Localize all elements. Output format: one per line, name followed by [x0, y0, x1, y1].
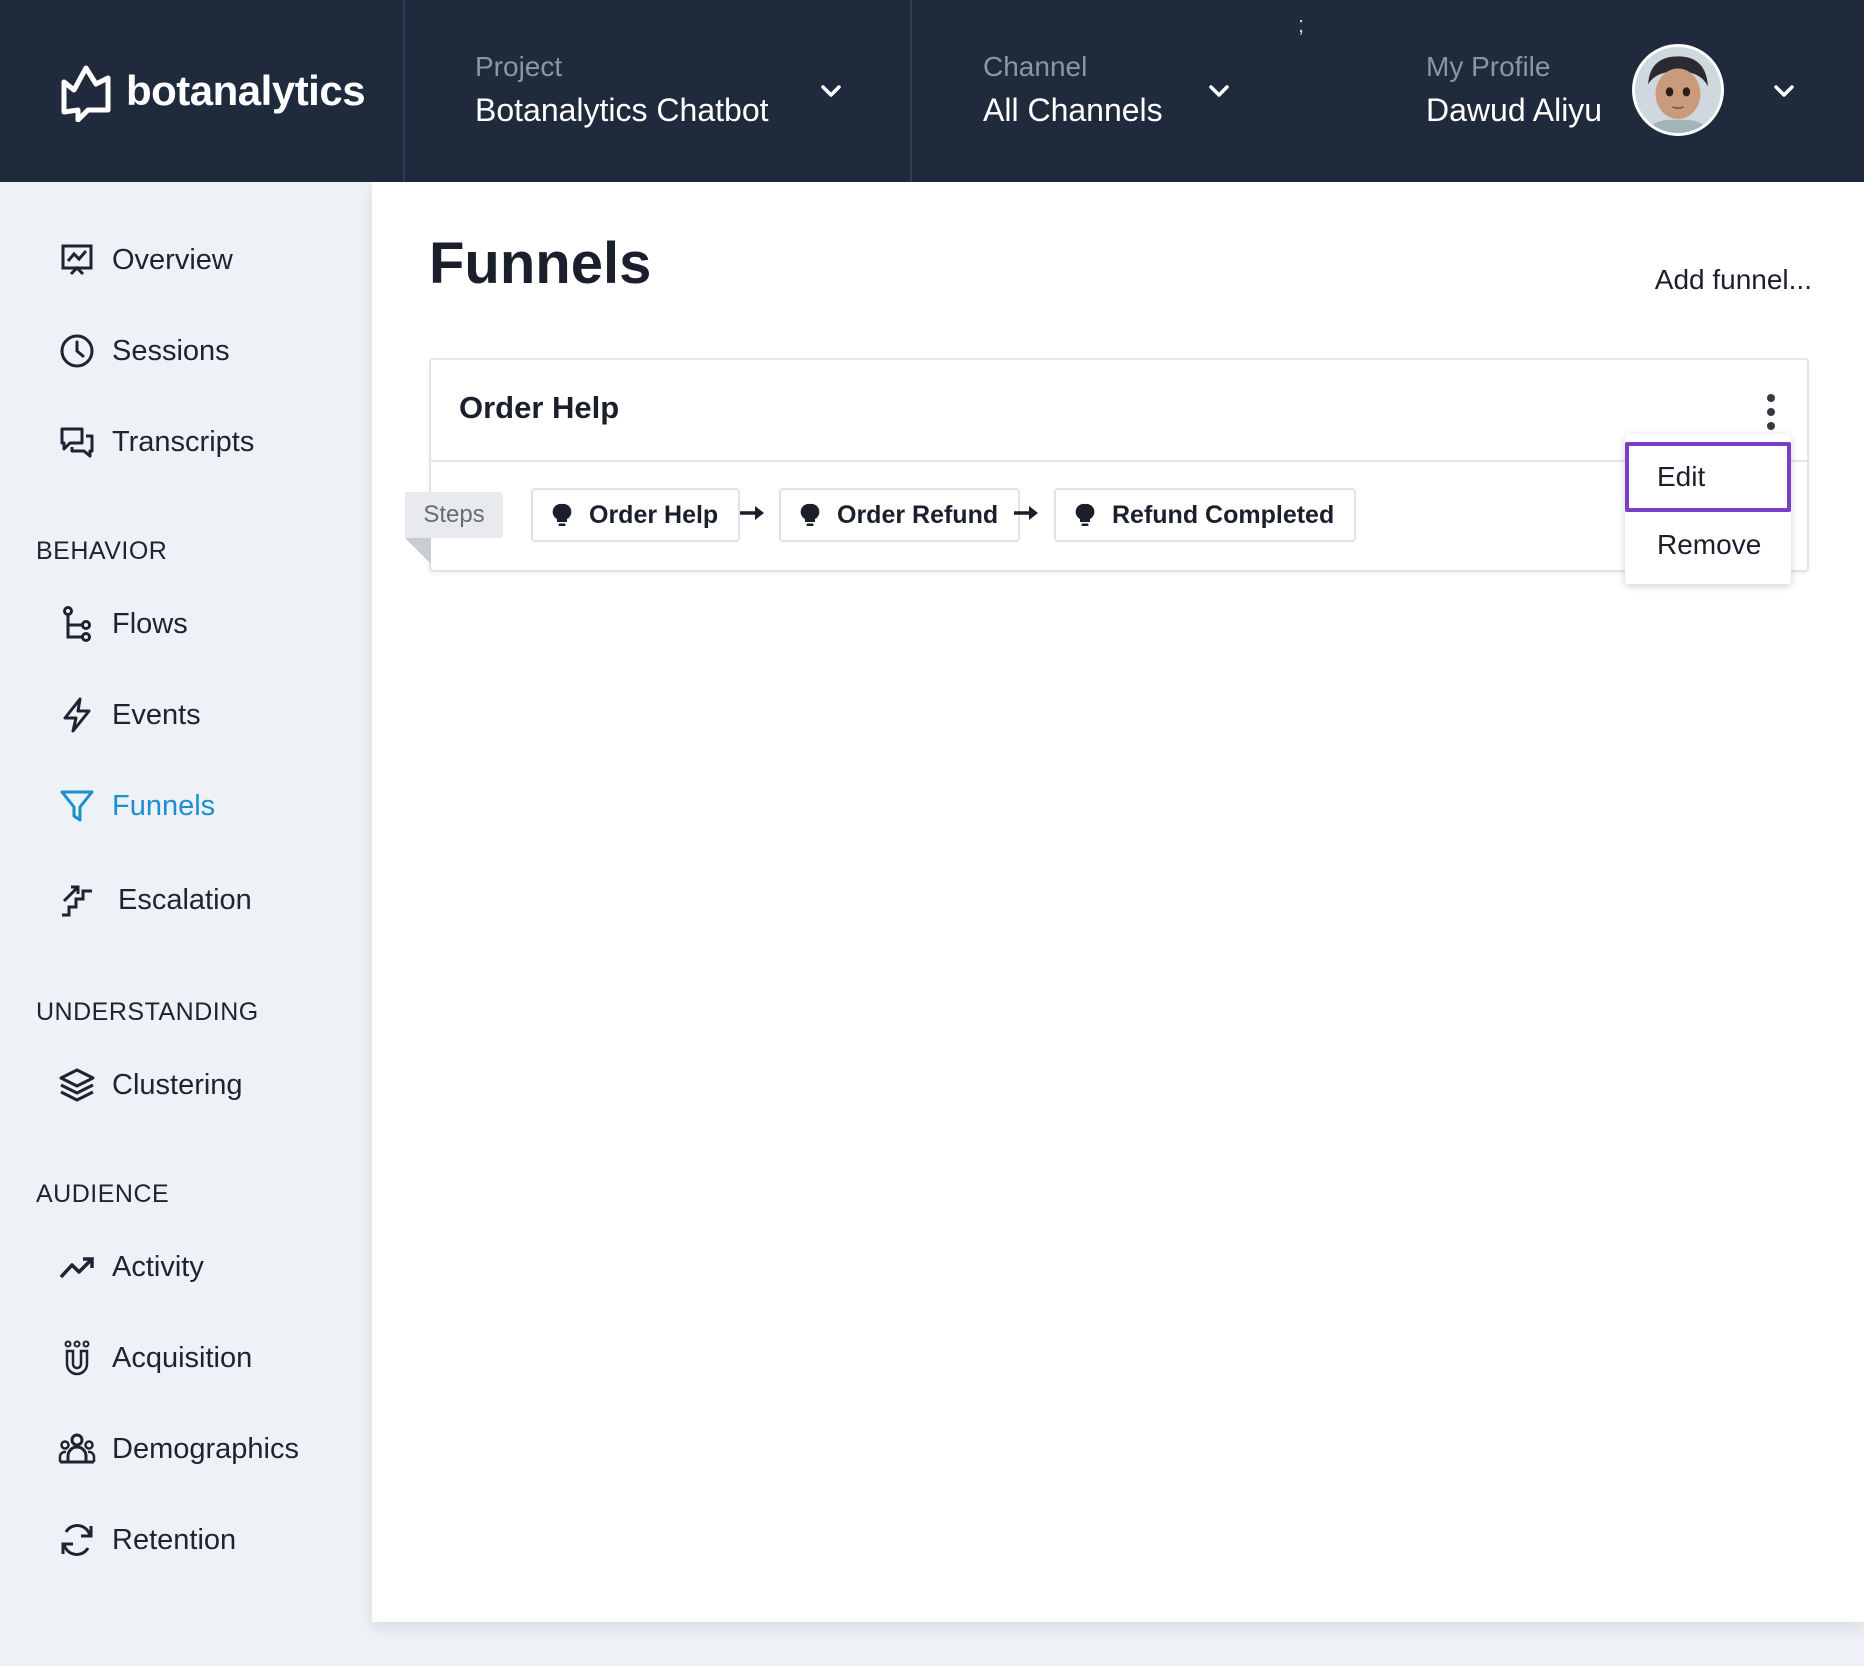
steps-label: Steps: [405, 492, 503, 538]
funnel-options-menu: Edit Remove: [1625, 434, 1791, 584]
users-group-icon: [56, 1428, 98, 1470]
chevron-down-icon[interactable]: [1769, 76, 1799, 106]
sidebar-item-label: Clustering: [112, 1068, 243, 1101]
funnel-step[interactable]: Order Refund: [779, 488, 1021, 542]
trend-up-icon: [56, 1246, 98, 1288]
profile-label: My Profile: [1426, 51, 1551, 82]
header-divider: [403, 0, 405, 182]
sidebar-item-label: Demographics: [112, 1432, 299, 1465]
sidebar-item-label: Funnels: [112, 789, 216, 822]
sidebar-item-label: Overview: [112, 243, 233, 276]
sidebar-item-label: Sessions: [112, 334, 230, 367]
sidebar-item-escalation[interactable]: Escalation: [56, 872, 252, 928]
sidebar-item-sessions[interactable]: Sessions: [56, 323, 230, 379]
section-heading-understanding: UNDERSTANDING: [36, 998, 259, 1026]
funnel-step[interactable]: Refund Completed: [1054, 488, 1357, 542]
project-value: Botanalytics Chatbot: [475, 92, 769, 128]
sidebar-item-activity[interactable]: Activity: [56, 1239, 204, 1295]
funnel-card: Order Help Steps Order Help Order Refund…: [405, 358, 1809, 572]
sidebar-item-label: Acquisition: [112, 1341, 253, 1374]
clock-icon: [56, 330, 98, 372]
sidebar-item-flows[interactable]: Flows: [56, 596, 188, 652]
sidebar-item-demographics[interactable]: Demographics: [56, 1421, 299, 1477]
bulb-icon: [552, 503, 572, 526]
funnel-step[interactable]: Order Help: [531, 488, 741, 542]
funnel-step-label: Refund Completed: [1112, 500, 1335, 529]
arrow-right-icon: [1014, 506, 1038, 520]
header-divider: [910, 0, 912, 182]
menu-item-remove[interactable]: Remove: [1625, 510, 1791, 580]
main-content: Funnels Add funnel... Order Help Steps O…: [372, 182, 1864, 1622]
stray-mark: ;: [1298, 12, 1305, 37]
profile-name: Dawud Aliyu: [1426, 92, 1603, 128]
project-label: Project: [475, 51, 563, 82]
brand-name: botanalytics: [126, 67, 366, 114]
sidebar-item-label: Activity: [112, 1250, 204, 1283]
section-heading-audience: AUDIENCE: [36, 1180, 170, 1208]
bulb-icon: [1075, 503, 1095, 526]
avatar[interactable]: [1632, 44, 1724, 136]
magnet-users-icon: [56, 1337, 98, 1379]
sidebar-item-label: Escalation: [118, 883, 252, 916]
botanalytics-logo-icon: [61, 65, 111, 122]
sidebar-item-events[interactable]: Events: [56, 687, 201, 743]
chevron-down-icon[interactable]: [816, 76, 846, 106]
more-options-icon[interactable]: [1761, 394, 1781, 430]
sidebar-item-overview[interactable]: Overview: [56, 232, 233, 288]
sidebar-item-label: Retention: [112, 1523, 237, 1556]
stairs-arrow-icon: [56, 879, 98, 921]
presentation-chart-icon: [56, 239, 98, 281]
brand-logo[interactable]: botanalytics: [58, 58, 366, 124]
project-selector[interactable]: Project Botanalytics Chatbot: [475, 48, 769, 132]
section-heading-behavior: BEHAVIOR: [36, 537, 168, 565]
profile-selector[interactable]: My Profile Dawud Aliyu: [1426, 48, 1602, 132]
page-title: Funnels: [429, 231, 652, 296]
channel-value: All Channels: [983, 92, 1163, 128]
sidebar-item-transcripts[interactable]: Transcripts: [56, 414, 254, 470]
funnel-name: Order Help: [459, 390, 620, 425]
top-bar: botanalytics Project Botanalytics Chatbo…: [0, 0, 1864, 182]
channel-selector[interactable]: Channel All Channels: [983, 48, 1163, 132]
chat-bubbles-icon: [56, 421, 98, 463]
flow-branch-icon: [56, 603, 98, 645]
channel-label: Channel: [983, 51, 1088, 82]
sidebar-item-label: Events: [112, 698, 201, 731]
add-funnel-link[interactable]: Add funnel...: [1655, 264, 1812, 296]
funnel-card-header: Order Help: [431, 360, 1807, 462]
avatar-portrait-icon: [1635, 47, 1721, 133]
sidebar-item-retention[interactable]: Retention: [56, 1512, 236, 1568]
funnel-step-label: Order Help: [589, 500, 719, 529]
steps-label-fold: [405, 538, 431, 564]
sidebar-item-label: Flows: [112, 607, 188, 640]
chevron-down-icon[interactable]: [1204, 76, 1234, 106]
sidebar-item-label: Transcripts: [112, 425, 255, 458]
sidebar-item-clustering[interactable]: Clustering: [56, 1057, 243, 1113]
layers-icon: [56, 1064, 98, 1106]
sidebar-item-funnels[interactable]: Funnels: [56, 778, 215, 834]
sidebar-item-acquisition[interactable]: Acquisition: [56, 1330, 252, 1386]
menu-item-edit[interactable]: Edit: [1625, 442, 1791, 512]
bulb-icon: [800, 503, 820, 526]
lightning-icon: [56, 694, 98, 736]
funnel-icon: [56, 785, 98, 827]
arrow-right-icon: [740, 506, 764, 520]
refresh-icon: [56, 1519, 98, 1561]
funnel-step-label: Order Refund: [837, 500, 999, 529]
